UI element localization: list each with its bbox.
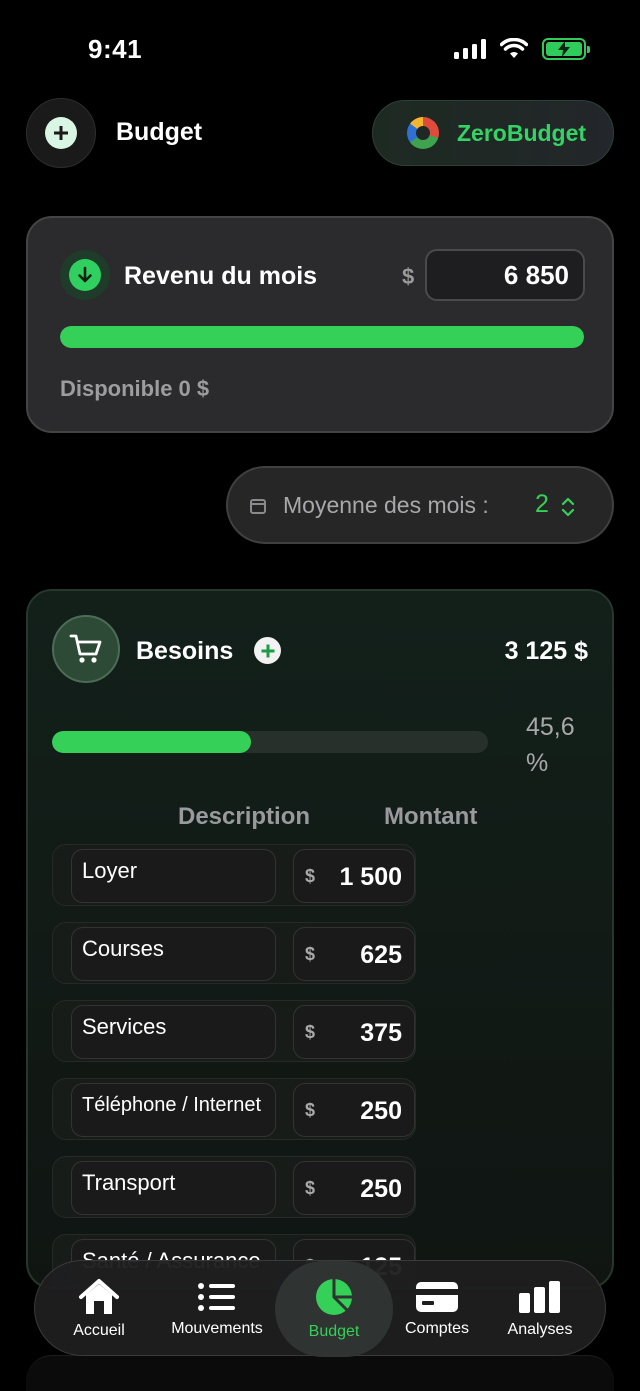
amount-value: 250 [360, 1175, 402, 1203]
months-average-value: 2 [535, 490, 549, 518]
amount-field[interactable]: $ 375 [293, 1005, 415, 1059]
status-time: 9:41 [88, 34, 143, 64]
nav-label: Accueil [73, 1322, 125, 1339]
add-button[interactable] [26, 98, 96, 168]
cellular-signal-icon [454, 39, 486, 59]
currency-label: $ [305, 1178, 316, 1198]
nav-item-accueil[interactable]: Accueil [49, 1261, 149, 1357]
amount-value: 625 [360, 941, 402, 969]
bar-chart-icon [519, 1281, 560, 1313]
chevron-up-down-icon [561, 497, 575, 517]
list-item: Loyer $ 1 500 [52, 844, 416, 906]
list-icon [198, 1283, 235, 1311]
currency-label: $ [305, 1022, 316, 1042]
page-title: Budget [116, 118, 203, 146]
home-icon [79, 1279, 119, 1314]
list-item: Services $ 375 [52, 1000, 416, 1062]
needs-progress-fill [52, 731, 251, 753]
income-progress-fill [60, 326, 584, 348]
description-field[interactable]: Courses [71, 927, 276, 981]
nav-label: Comptes [404, 1320, 470, 1337]
amount-field[interactable]: $ 625 [293, 927, 415, 981]
nav-item-mouvements[interactable]: Mouvements [157, 1261, 277, 1357]
column-header-amount: Montant [384, 803, 478, 830]
cart-icon [52, 615, 120, 683]
description-field[interactable]: Transport [71, 1161, 276, 1215]
needs-card: Besoins 3 125 $ 45,6 % Description Monta… [26, 589, 614, 1289]
plus-icon [45, 117, 77, 149]
needs-percent: 45,6 % [526, 713, 575, 777]
status-bar: 9:41 [0, 0, 640, 100]
nav-label: Analyses [507, 1321, 573, 1338]
description-field[interactable]: Loyer [71, 849, 276, 903]
calendar-icon [250, 499, 266, 514]
amount-value: 250 [360, 1097, 402, 1125]
header: Budget ZeroBudget [26, 98, 614, 170]
card-icon [416, 1282, 458, 1312]
amount-value: 375 [360, 1019, 402, 1047]
wifi-icon [500, 38, 528, 58]
brand-name: ZeroBudget [457, 119, 587, 146]
months-average-selector[interactable]: Moyenne des mois : 2 [226, 466, 614, 544]
income-currency: $ [402, 264, 415, 289]
amount-field[interactable]: $ 250 [293, 1083, 415, 1137]
column-header-description: Description [178, 803, 311, 830]
list-item: Transport $ 250 [52, 1156, 416, 1218]
nav-label: Budget [308, 1323, 360, 1340]
income-arrow-down-icon [60, 250, 110, 300]
list-item: Courses $ 625 [52, 922, 416, 984]
income-amount-field[interactable]: 6 850 [425, 249, 585, 301]
needs-list: Loyer $ 1 500 Courses $ 625 Services $ 3… [52, 844, 416, 1287]
needs-progress-bar [52, 731, 488, 753]
available-amount: Disponible 0 $ [60, 376, 210, 401]
amount-field[interactable]: $ 250 [293, 1161, 415, 1215]
currency-label: $ [305, 1100, 316, 1120]
description-field[interactable]: Services [71, 1005, 276, 1059]
nav-item-comptes[interactable]: Comptes [387, 1261, 487, 1357]
next-card-peek [26, 1355, 614, 1391]
add-need-button[interactable] [254, 637, 281, 664]
nav-item-analyses[interactable]: Analyses [490, 1261, 590, 1357]
income-card: Revenu du mois $ 6 850 Disponible 0 $ [26, 216, 614, 433]
battery-charging-icon [542, 38, 590, 60]
nav-item-budget[interactable]: Budget [275, 1261, 393, 1357]
needs-title: Besoins [136, 637, 234, 665]
nav-label: Mouvements [171, 1320, 263, 1337]
list-item: Téléphone / Internet $ 250 [52, 1078, 416, 1140]
currency-label: $ [305, 866, 316, 886]
brand-button[interactable]: ZeroBudget [372, 100, 614, 166]
pie-chart-icon [316, 1279, 352, 1315]
needs-total: 3 125 $ [504, 637, 588, 665]
amount-field[interactable]: $ 1 500 [293, 849, 415, 903]
bottom-nav: Accueil Mouvements Budget Comptes Analys… [34, 1260, 606, 1357]
income-progress-bar [60, 326, 584, 348]
status-icons [454, 38, 590, 60]
currency-label: $ [305, 944, 316, 964]
months-average-label: Moyenne des mois : [283, 492, 489, 518]
brand-logo-icon [407, 117, 439, 149]
description-field[interactable]: Téléphone / Internet [71, 1083, 276, 1137]
amount-value: 1 500 [339, 863, 402, 891]
income-title: Revenu du mois [124, 262, 318, 290]
